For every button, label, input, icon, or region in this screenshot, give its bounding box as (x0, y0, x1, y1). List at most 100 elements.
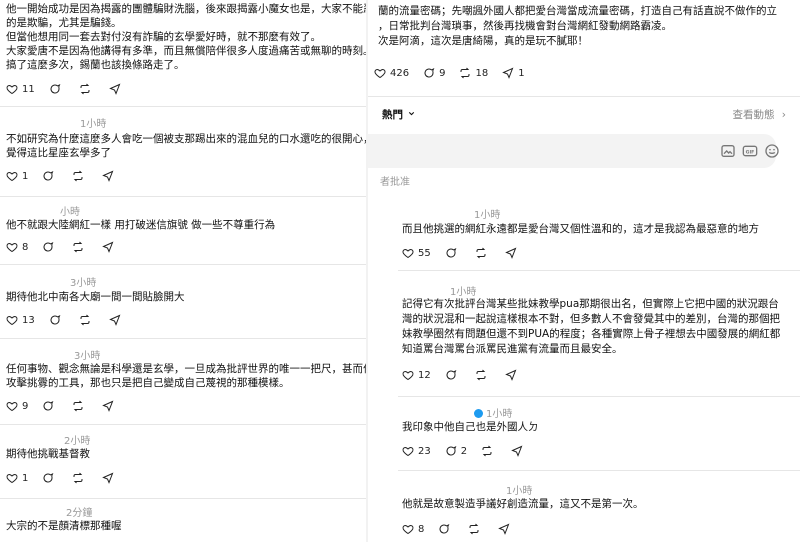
repost-button[interactable] (72, 400, 88, 412)
send-icon (102, 170, 114, 182)
divider (368, 96, 800, 97)
reply-button[interactable] (445, 369, 461, 381)
gif-icon[interactable]: GIF (742, 143, 758, 159)
reply-input[interactable]: GIF (368, 134, 779, 168)
comment-icon (446, 370, 457, 380)
like-button[interactable]: 11 (6, 83, 35, 95)
comment-body: 大宗的不是顏清標那種喔 (6, 520, 122, 532)
like-button[interactable]: 1 (6, 472, 28, 484)
like-count: 426 (390, 67, 410, 79)
comment-actions: 55 (402, 246, 535, 260)
like-button[interactable]: 426 (374, 67, 409, 79)
reply-button[interactable] (42, 472, 58, 484)
share-button[interactable] (102, 400, 118, 412)
like-button[interactable]: 8 (6, 241, 28, 253)
comment-body: 期待他北中南各大廟一間一間貼臉開大 (6, 291, 185, 303)
repost-button[interactable] (468, 523, 484, 535)
timestamp: 1小時 (474, 405, 512, 420)
timestamp: 1小時 (506, 486, 533, 497)
comment: 3小時 任何事物、觀念無論是科學還是玄學，一旦成為批評世界的唯一一把尺，甚而作為… (0, 340, 366, 422)
send-icon (511, 445, 523, 457)
share-button[interactable] (504, 369, 521, 381)
like-button[interactable]: 23 (402, 445, 431, 457)
sort-hot-button[interactable]: 熱門 (382, 107, 416, 122)
repost-button[interactable] (72, 241, 88, 253)
comment-body: 我印象中他自己也是外國人ㄉ (402, 421, 539, 433)
chevron-down-icon (408, 111, 414, 116)
share-button[interactable] (498, 523, 514, 535)
share-button[interactable]: 1 (502, 67, 525, 79)
emoji-icon[interactable] (764, 143, 780, 159)
timestamp: 2分鐘 (66, 508, 93, 519)
share-button[interactable] (102, 170, 118, 182)
comment-body: 他一開始成功是因為揭露的團體騙財洗腦，後來跟揭露小魔女也是，大家不能忍受 的是欺… (6, 3, 366, 71)
heart-icon (6, 84, 18, 95)
comment-actions: 1 (6, 169, 132, 183)
comment-actions: 8 (6, 240, 132, 254)
send-icon (102, 241, 114, 253)
repost-button[interactable] (475, 247, 491, 259)
timestamp: 3小時 (70, 278, 97, 289)
repost-icon (476, 247, 486, 259)
heart-icon (6, 473, 18, 484)
repost-button[interactable] (79, 314, 95, 326)
repost-button[interactable] (72, 472, 88, 484)
repost-button[interactable] (72, 170, 88, 182)
reply-button[interactable] (42, 400, 58, 412)
share-count: 1 (518, 67, 525, 79)
post-actions: 426 9 18 1 (374, 66, 539, 80)
like-button[interactable]: 13 (6, 314, 35, 326)
comment-actions: 9 (6, 399, 132, 413)
comment: 1小時 不如研究為什麼這麼多人會吃一個被支那踢出來的混血兒的口水還吃的很開心，我… (0, 108, 366, 194)
like-count: 13 (22, 314, 35, 326)
view-activity-link[interactable]: 查看動態 › (732, 107, 786, 122)
reply-button[interactable] (445, 247, 461, 259)
comment: 2小時 期待他挑戰基督教 1 (0, 426, 366, 496)
reply-button[interactable] (438, 523, 454, 535)
heart-icon (402, 370, 414, 381)
comment-icon (43, 401, 54, 411)
reply-button[interactable] (42, 241, 58, 253)
send-icon (102, 472, 114, 484)
share-button[interactable] (102, 241, 118, 253)
repost-button[interactable] (79, 83, 95, 95)
comment-icon (439, 524, 450, 534)
share-button[interactable] (108, 83, 125, 95)
reply-button[interactable]: 9 (423, 67, 445, 79)
comment-icon (446, 248, 457, 258)
like-button[interactable]: 55 (402, 247, 431, 259)
like-button[interactable]: 9 (6, 400, 28, 412)
repost-button[interactable]: 18 (459, 67, 488, 79)
like-button[interactable]: 8 (402, 523, 424, 535)
reply-button[interactable] (42, 170, 58, 182)
reply-button[interactable]: 2 (445, 445, 467, 457)
like-button[interactable]: 1 (6, 170, 28, 182)
send-icon (504, 369, 517, 381)
comment-body: 期待他挑戰基督教 (6, 448, 90, 460)
repost-button[interactable] (475, 369, 491, 381)
share-button[interactable] (504, 247, 521, 259)
comment: 3小時 期待他北中南各大廟一間一間貼臉開大 13 (0, 266, 366, 336)
like-count: 8 (22, 241, 29, 253)
reply-button[interactable] (49, 83, 65, 95)
share-button[interactable] (102, 472, 118, 484)
reply-button[interactable] (49, 314, 65, 326)
comment: 他一開始成功是因為揭露的團體騙財洗腦，後來跟揭露小魔女也是，大家不能忍受 的是欺… (0, 0, 366, 102)
repost-button[interactable] (481, 445, 497, 457)
share-button[interactable] (108, 314, 125, 326)
heart-icon (402, 248, 414, 259)
divider (0, 264, 366, 265)
svg-text:GIF: GIF (746, 149, 755, 155)
heart-icon (374, 68, 386, 79)
sort-row: 熱門 查看動態 › (368, 104, 800, 124)
repost-icon (482, 445, 492, 457)
like-count: 12 (418, 369, 431, 381)
comment-body: 他就是故意製造爭議好創造流量，這又不是第一次。 (402, 498, 644, 510)
send-icon (108, 314, 121, 326)
verified-icon (474, 408, 483, 418)
share-button[interactable] (511, 445, 527, 457)
heart-icon (402, 524, 414, 535)
image-icon[interactable] (720, 143, 736, 159)
like-button[interactable]: 12 (402, 369, 431, 381)
comment-icon (43, 171, 54, 181)
